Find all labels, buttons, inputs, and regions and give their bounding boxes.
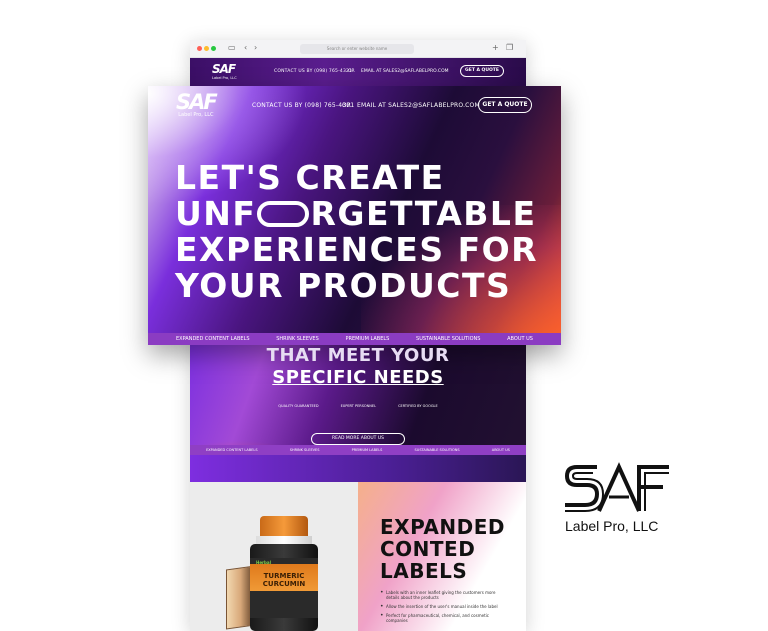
list-item: Allow the insertion of the user's manual…	[380, 603, 510, 610]
supplement-bottle: Herbal TURMERIC CURCUMIN	[226, 512, 336, 631]
list-item: Labels with an inner leaflet giving the …	[380, 589, 510, 600]
section-title-line-3: LABELS	[380, 559, 468, 583]
maximize-window-dot[interactable]	[211, 46, 216, 51]
hero-logo-subtitle: Label Pro, LLC	[178, 112, 214, 118]
site-nav: EXPANDED CONTENT LABELS SHRINK SLEEVES P…	[190, 445, 526, 455]
section-title: EXPANDED CONTED LABELS	[380, 516, 505, 582]
hero-nav-premium-labels[interactable]: PREMIUM LABELS	[345, 336, 389, 342]
hero-nav-expanded-content-labels[interactable]: EXPANDED CONTENT LABELS	[176, 336, 250, 342]
hero-nav-shrink-sleeves[interactable]: SHRINK SLEEVES	[276, 336, 319, 342]
hero-nav-sustainable-solutions[interactable]: SUSTAINABLE SOLUTIONS	[416, 336, 480, 342]
back-icon[interactable]: ‹	[244, 43, 247, 52]
contact-phone[interactable]: CONTACT US BY (098) 765-4321	[274, 69, 352, 74]
brand-logo: Label Pro, LLC	[563, 461, 673, 535]
sidebar-icon[interactable]: ▭	[228, 43, 236, 52]
hero-nav-about-us[interactable]: ABOUT US	[507, 336, 533, 342]
tagline-line-1: THAT MEET YOUR	[266, 345, 450, 366]
section-title-line-1: EXPANDED	[380, 515, 505, 539]
nav-sustainable-solutions[interactable]: SUSTAINABLE SOLUTIONS	[415, 448, 460, 452]
gradient-divider	[190, 455, 526, 482]
hero-contact-or: OR	[342, 102, 351, 109]
tagline-line-2: SPECIFIC NEEDS	[272, 367, 444, 388]
contact-or: OR	[348, 69, 355, 74]
badge-certified: CERTIFIED BY GOOGLE	[398, 404, 438, 408]
headline-line-2: UNF RGETTABLE	[175, 196, 538, 232]
logo-mark: SAF	[212, 62, 236, 76]
nav-shrink-sleeves[interactable]: SHRINK SLEEVES	[290, 448, 320, 452]
hero-card: SAF Label Pro, LLC CONTACT US BY (098) 7…	[148, 86, 561, 345]
get-quote-button[interactable]: GET A QUOTE	[460, 65, 504, 77]
headline-line-2-end: RGETTABLE	[310, 194, 537, 233]
brand-logo-name: Label Pro, LLC	[565, 518, 659, 534]
bottle-cap	[260, 516, 308, 538]
nav-about-us[interactable]: ABOUT US	[492, 448, 510, 452]
minimize-window-dot[interactable]	[204, 46, 209, 51]
headline-line-2-start: UNF	[175, 194, 257, 233]
hero-logo-mark: SAF	[176, 90, 218, 114]
contact-email[interactable]: EMAIL AT SALES2@SAFLABELPRO.COM	[361, 69, 449, 74]
headline-line-1: LET'S CREATE	[175, 158, 445, 197]
hero-contact-phone[interactable]: CONTACT US BY (098) 765-4321	[252, 102, 354, 109]
saf-logo-icon	[564, 462, 669, 512]
tabs-overview-icon[interactable]: ❐	[506, 43, 513, 52]
showcase-stage: ▭ ‹ › Search or enter website name + ❐ S…	[0, 0, 768, 631]
hero-get-quote-button[interactable]: GET A QUOTE	[478, 97, 532, 113]
product-section: EXPANDED CONTED LABELS Labels with an in…	[358, 482, 526, 631]
logo-subtitle: Label Pro, LLC	[212, 76, 237, 80]
bottle-brand: Herbal	[256, 560, 271, 565]
pill-o-shape	[257, 201, 310, 227]
nav-premium-labels[interactable]: PREMIUM LABELS	[352, 448, 383, 452]
hero-contact-email[interactable]: EMAIL AT SALES2@SAFLABELPRO.COM	[357, 102, 480, 109]
hero-logo[interactable]: SAF Label Pro, LLC	[176, 90, 218, 119]
browser-toolbar: ▭ ‹ › Search or enter website name + ❐	[190, 40, 526, 58]
section-title-line-2: CONTED	[380, 537, 476, 561]
read-more-button[interactable]: READ MORE ABOUT US	[311, 433, 405, 445]
nav-expanded-content-labels[interactable]: EXPANDED CONTENT LABELS	[206, 448, 257, 452]
address-bar[interactable]: Search or enter website name	[300, 44, 414, 54]
headline-line-3: EXPERIENCES FOR	[175, 230, 539, 269]
badge-personnel: EXPERT PERSONNEL	[340, 404, 377, 408]
site-header: SAF Label Pro, LLC CONTACT US BY (098) 7…	[190, 58, 526, 86]
feature-list: Labels with an inner leaflet giving the …	[380, 589, 510, 627]
headline-line-4: YOUR PRODUCTS	[175, 266, 512, 305]
bottle-label	[250, 558, 318, 618]
close-window-dot[interactable]	[197, 46, 202, 51]
bottle-product-name: TURMERIC CURCUMIN	[262, 572, 306, 588]
trust-badges: QUALITY GUARANTEED EXPERT PERSONNEL CERT…	[190, 404, 526, 408]
forward-icon[interactable]: ›	[254, 43, 257, 52]
new-tab-icon[interactable]: +	[492, 43, 499, 52]
product-image: Herbal TURMERIC CURCUMIN	[190, 482, 358, 631]
site-logo[interactable]: SAF Label Pro, LLC	[212, 62, 237, 80]
badge-quality: QUALITY GUARANTEED	[278, 404, 319, 408]
hero-nav: EXPANDED CONTENT LABELS SHRINK SLEEVES P…	[148, 333, 561, 345]
list-item: Perfect for pharmaceutical, chemical, an…	[380, 612, 510, 623]
hero-headline: LET'S CREATE UNF RGETTABLE EXPERIENCES FO…	[175, 160, 538, 304]
